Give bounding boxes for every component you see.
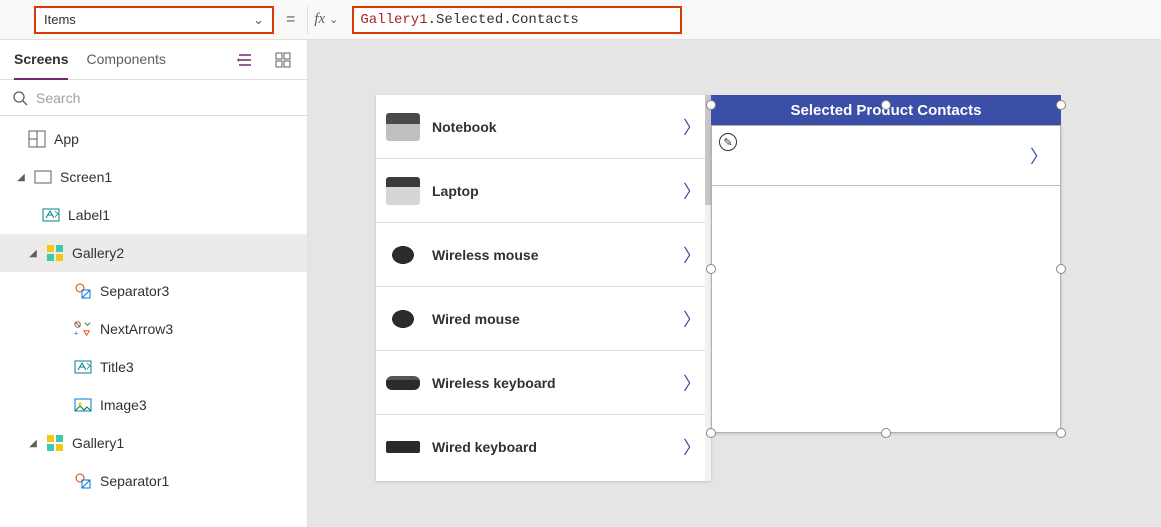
equals-label: = bbox=[282, 11, 299, 29]
screen-icon bbox=[34, 168, 52, 186]
tree-node-gallery1[interactable]: ◢ Gallery1 bbox=[0, 424, 307, 462]
property-name: Items bbox=[44, 12, 76, 27]
caret-down-icon: ◢ bbox=[16, 172, 26, 183]
search-icon bbox=[12, 90, 28, 106]
product-title: Wired mouse bbox=[432, 311, 671, 327]
formula-rest-token: .Selected.Contacts bbox=[428, 12, 579, 28]
chevron-right-icon[interactable]: 〉 bbox=[683, 242, 701, 268]
formula-bar: Items ⌄ = fx ⌄ Gallery1.Selected.Contact… bbox=[0, 0, 1161, 40]
tree-node-label: NextArrow3 bbox=[100, 321, 173, 337]
tree-grid-icon[interactable] bbox=[273, 52, 293, 68]
list-item[interactable]: Wired mouse 〉 bbox=[376, 287, 711, 351]
fx-button[interactable]: fx ⌄ bbox=[307, 6, 344, 34]
tree-search[interactable] bbox=[0, 80, 307, 116]
tree-node-separator3[interactable]: Separator3 bbox=[0, 272, 307, 310]
tree-node-label: Separator3 bbox=[100, 283, 169, 299]
list-item[interactable]: Laptop 〉 bbox=[376, 159, 711, 223]
chevron-right-icon[interactable]: 〉 bbox=[683, 370, 701, 396]
resize-handle[interactable] bbox=[881, 428, 891, 438]
resize-handle[interactable] bbox=[1056, 428, 1066, 438]
tree-node-gallery2[interactable]: ◢ Gallery2 bbox=[0, 234, 307, 272]
tree-node-app[interactable]: App bbox=[0, 120, 307, 158]
tree: App ◢ Screen1 Label1 ◢ Galle bbox=[0, 116, 307, 504]
tree-node-label: Separator1 bbox=[100, 473, 169, 489]
app-icon bbox=[28, 130, 46, 148]
tree-node-image3[interactable]: Image3 bbox=[0, 386, 307, 424]
formula-ref-token: Gallery1 bbox=[360, 12, 427, 28]
separator-icon bbox=[74, 282, 92, 300]
gallery1-control[interactable]: Notebook 〉 Laptop 〉 Wireless mouse 〉 Wir… bbox=[376, 95, 711, 481]
icons-icon: + bbox=[74, 320, 92, 338]
list-item[interactable]: Wireless mouse 〉 bbox=[376, 223, 711, 287]
resize-handle[interactable] bbox=[1056, 264, 1066, 274]
tree-node-label: Screen1 bbox=[60, 169, 112, 185]
caret-down-icon: ◢ bbox=[28, 248, 38, 259]
product-image bbox=[386, 305, 420, 333]
list-item[interactable]: Notebook 〉 bbox=[376, 95, 711, 159]
resize-handle[interactable] bbox=[706, 100, 716, 110]
chevron-right-icon[interactable]: 〉 bbox=[1030, 143, 1048, 169]
tree-node-nextarrow3[interactable]: + NextArrow3 bbox=[0, 310, 307, 348]
tree-node-separator1[interactable]: Separator1 bbox=[0, 462, 307, 500]
svg-text:+: + bbox=[74, 328, 78, 337]
product-title: Wireless keyboard bbox=[432, 375, 671, 391]
tab-components-label: Components bbox=[86, 51, 165, 67]
chevron-right-icon[interactable]: 〉 bbox=[683, 434, 701, 460]
canvas[interactable]: Notebook 〉 Laptop 〉 Wireless mouse 〉 Wir… bbox=[308, 40, 1161, 527]
gallery-icon bbox=[46, 434, 64, 452]
chevron-right-icon[interactable]: 〉 bbox=[683, 114, 701, 140]
tree-collapse-icon[interactable] bbox=[235, 52, 255, 68]
tree-node-label: Gallery2 bbox=[72, 245, 124, 261]
chevron-down-icon: ⌄ bbox=[329, 13, 338, 26]
list-item[interactable]: Wireless keyboard 〉 bbox=[376, 351, 711, 415]
gallery-icon bbox=[46, 244, 64, 262]
image-icon bbox=[74, 396, 92, 414]
tree-view-panel: Screens Components App ◢ bbox=[0, 40, 308, 527]
fx-label: fx bbox=[314, 11, 325, 28]
product-title: Wired keyboard bbox=[432, 439, 671, 455]
panel-tabs: Screens Components bbox=[0, 40, 307, 80]
resize-handle[interactable] bbox=[881, 100, 891, 110]
product-image bbox=[386, 241, 420, 269]
gallery2-control[interactable]: 〉 bbox=[711, 125, 1061, 433]
tree-node-label: Gallery1 bbox=[72, 435, 124, 451]
edit-template-badge[interactable]: ✎ bbox=[719, 133, 737, 151]
tree-node-label: Image3 bbox=[100, 397, 147, 413]
search-input[interactable] bbox=[36, 90, 295, 106]
product-title: Notebook bbox=[432, 119, 671, 135]
tab-screens-label: Screens bbox=[14, 51, 68, 67]
resize-handle[interactable] bbox=[1056, 100, 1066, 110]
formula-input[interactable]: Gallery1.Selected.Contacts bbox=[352, 6, 682, 34]
caret-down-icon: ◢ bbox=[28, 438, 38, 449]
chevron-down-icon: ⌄ bbox=[253, 12, 264, 28]
product-image bbox=[386, 177, 420, 205]
tree-node-label: Title3 bbox=[100, 359, 134, 375]
separator-icon bbox=[74, 472, 92, 490]
resize-handle[interactable] bbox=[706, 428, 716, 438]
tree-node-label: Label1 bbox=[68, 207, 110, 223]
list-item[interactable]: Wired keyboard 〉 bbox=[376, 415, 711, 479]
chevron-right-icon[interactable]: 〉 bbox=[683, 306, 701, 332]
label-icon bbox=[42, 206, 60, 224]
product-title: Wireless mouse bbox=[432, 247, 671, 263]
tab-components[interactable]: Components bbox=[86, 40, 165, 80]
list-item[interactable]: 〉 bbox=[712, 126, 1060, 186]
product-image bbox=[386, 441, 420, 453]
product-title: Laptop bbox=[432, 183, 671, 199]
label-icon bbox=[74, 358, 92, 376]
tree-node-label: App bbox=[54, 131, 79, 147]
tree-node-screen1[interactable]: ◢ Screen1 bbox=[0, 158, 307, 196]
tree-node-title3[interactable]: Title3 bbox=[0, 348, 307, 386]
tree-node-label1[interactable]: Label1 bbox=[0, 196, 307, 234]
chevron-right-icon[interactable]: 〉 bbox=[683, 178, 701, 204]
resize-handle[interactable] bbox=[706, 264, 716, 274]
property-dropdown[interactable]: Items ⌄ bbox=[34, 6, 274, 34]
product-image bbox=[386, 113, 420, 141]
tab-screens[interactable]: Screens bbox=[14, 40, 68, 80]
product-image bbox=[386, 376, 420, 390]
